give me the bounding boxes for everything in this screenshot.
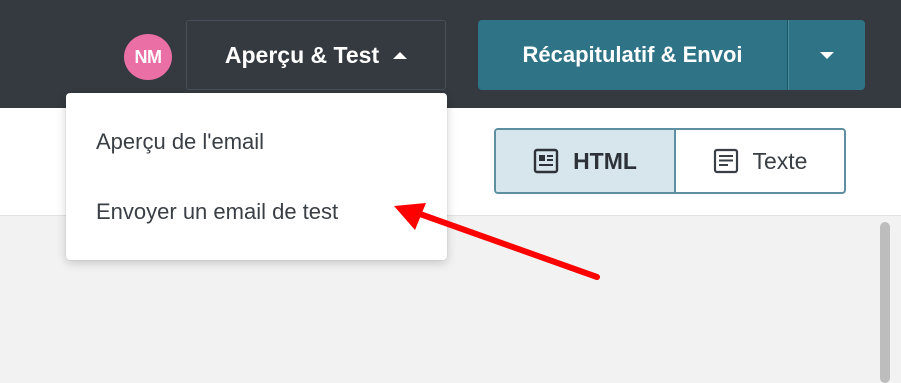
caret-down-icon xyxy=(820,51,834,59)
view-text-label: Texte xyxy=(752,147,808,174)
newspaper-icon xyxy=(533,148,559,174)
preview-test-label: Aperçu & Test xyxy=(224,41,380,68)
menu-item-send-test-email[interactable]: Envoyer un email de test xyxy=(96,199,338,225)
caret-up-icon xyxy=(393,51,408,59)
scrollbar[interactable] xyxy=(880,222,890,383)
text-document-icon xyxy=(713,148,738,174)
avatar-initials: NM xyxy=(134,46,163,67)
view-html-label: HTML xyxy=(573,147,637,174)
recap-send-label: Récapitulatif & Envoi xyxy=(522,42,743,67)
preview-test-button[interactable]: Aperçu & Test xyxy=(186,20,446,90)
recap-send-button[interactable]: Récapitulatif & Envoi xyxy=(478,20,788,90)
preview-dropdown-menu: Aperçu de l'email Envoyer un email de te… xyxy=(66,93,447,260)
recap-dropdown-toggle[interactable] xyxy=(788,20,865,90)
view-html-button[interactable]: HTML xyxy=(496,130,676,192)
avatar[interactable]: NM xyxy=(124,34,172,80)
menu-item-email-preview[interactable]: Aperçu de l'email xyxy=(96,129,264,155)
view-text-button[interactable]: Texte xyxy=(676,130,844,192)
view-mode-toggle: HTML Texte xyxy=(494,128,846,194)
recap-send-button-group: Récapitulatif & Envoi xyxy=(478,20,865,90)
